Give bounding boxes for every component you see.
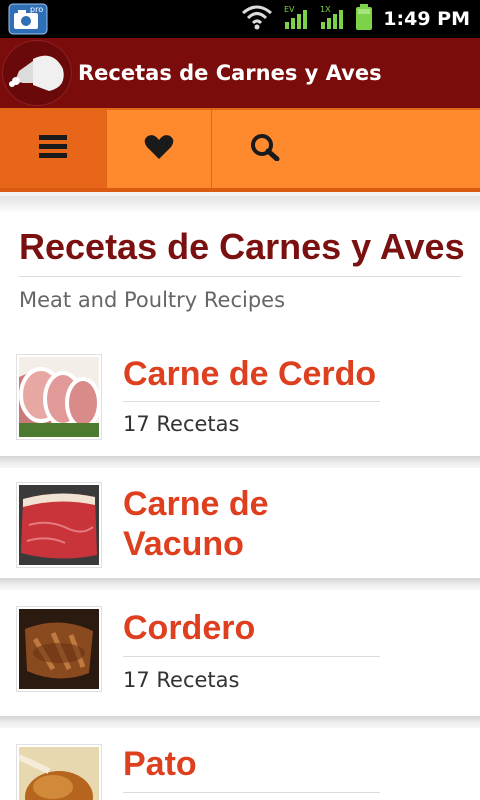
category-item[interactable]: Carne de Vacuno xyxy=(0,468,480,578)
page-title: Recetas de Carnes y Aves xyxy=(19,226,465,267)
menu-button[interactable] xyxy=(0,110,106,188)
favorites-button[interactable] xyxy=(106,110,212,188)
app-header: Recetas de Carnes y Aves xyxy=(0,38,480,108)
camera-pro-icon: pro xyxy=(8,3,48,35)
category-name[interactable]: Cordero xyxy=(123,608,255,648)
wifi-icon xyxy=(241,4,273,34)
app-title: Recetas de Carnes y Aves xyxy=(78,61,382,85)
category-divider xyxy=(123,792,380,793)
category-divider xyxy=(123,656,380,657)
status-time: 1:49 PM xyxy=(383,8,470,30)
category-count: 17 Recetas xyxy=(123,668,240,692)
app-badge: pro xyxy=(30,5,43,14)
svg-text:EV: EV xyxy=(284,5,295,14)
ham-leg-icon[interactable] xyxy=(2,40,72,106)
search-button[interactable] xyxy=(212,110,318,188)
svg-text:1X: 1X xyxy=(320,5,331,14)
category-name[interactable]: Carne de Cerdo xyxy=(123,354,376,394)
duck-thumbnail xyxy=(16,744,102,800)
card-separator xyxy=(0,716,480,728)
status-bar: pro EV 1X 1:49 PM xyxy=(0,0,480,38)
card-separator xyxy=(0,578,480,590)
card-separator xyxy=(0,456,480,468)
toolbar xyxy=(0,108,480,192)
battery-icon xyxy=(355,3,373,35)
search-icon xyxy=(250,133,280,165)
category-name[interactable]: Pato xyxy=(123,744,197,784)
heart-icon xyxy=(144,134,174,164)
category-item[interactable]: Cordero 17 Recetas xyxy=(0,590,480,716)
title-divider xyxy=(19,276,461,277)
content-shadow xyxy=(0,196,480,214)
category-item[interactable]: Carne de Cerdo 17 Recetas xyxy=(0,342,480,456)
signal-1x-icon: 1X xyxy=(319,4,345,34)
category-divider xyxy=(123,401,380,402)
category-count: 17 Recetas xyxy=(123,412,240,436)
hamburger-menu-icon xyxy=(39,135,67,163)
category-item[interactable]: Pato xyxy=(0,728,480,800)
beef-steak-thumbnail xyxy=(16,482,102,568)
lamb-thumbnail xyxy=(16,606,102,692)
pork-chops-thumbnail xyxy=(16,354,102,440)
signal-ev-icon: EV xyxy=(283,4,309,34)
main-content: Recetas de Carnes y Aves Meat and Poultr… xyxy=(0,196,480,800)
page-subtitle: Meat and Poultry Recipes xyxy=(19,288,286,312)
category-name[interactable]: Carne de Vacuno xyxy=(123,484,393,564)
